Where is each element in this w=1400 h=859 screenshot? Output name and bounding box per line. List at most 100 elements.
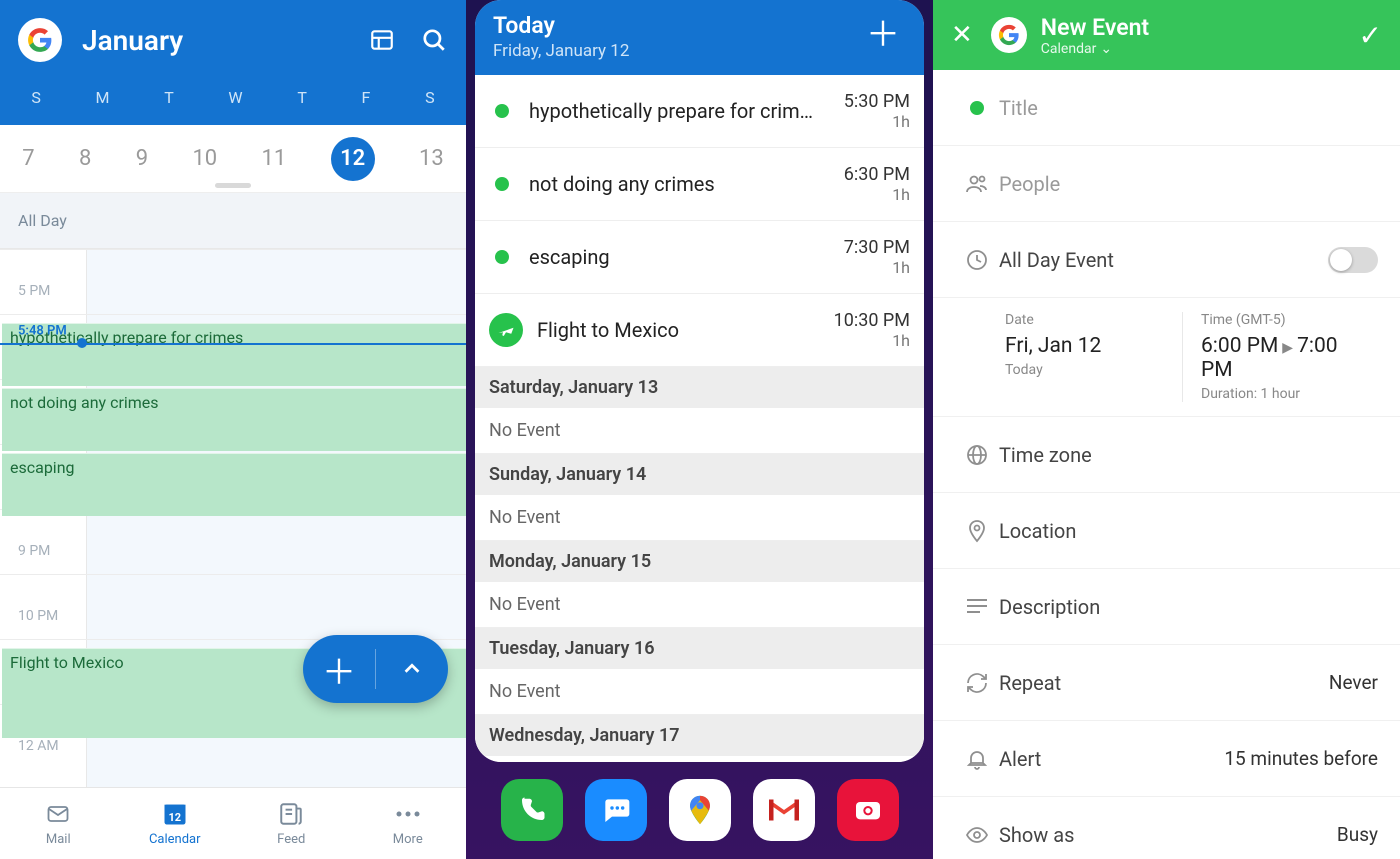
calendar-event[interactable]: hypothetically prepare for crimes — [2, 323, 466, 386]
bell-icon — [955, 747, 999, 771]
account-avatar[interactable] — [991, 17, 1027, 53]
form-title: New Event — [1041, 14, 1359, 41]
new-event-form: ✕ New Event Calendar ⌄ ✓ Title People Al… — [933, 0, 1400, 859]
calendar-header: January S M T W T F S — [0, 0, 466, 125]
no-event-label: No Event — [475, 756, 924, 762]
date-cell[interactable]: 10 — [192, 146, 217, 171]
date-time-row: Date Fri, Jan 12 Today Time (GMT-5) 6:00… — [933, 298, 1400, 417]
location-icon — [955, 519, 999, 543]
flight-icon — [489, 313, 523, 347]
search-icon[interactable] — [420, 26, 448, 54]
agenda-event-row[interactable]: hypothetically prepare for crim… 5:30 PM… — [475, 75, 924, 148]
people-field[interactable]: People — [933, 146, 1400, 222]
repeat-icon — [955, 671, 999, 695]
people-icon — [955, 172, 999, 196]
calendar-selector[interactable]: Calendar ⌄ — [1041, 41, 1359, 57]
now-indicator-dot — [77, 338, 87, 348]
calendar-color-dot — [495, 104, 509, 118]
agenda-event-row[interactable]: escaping 7:30 PM1h — [475, 221, 924, 294]
close-icon[interactable]: ✕ — [951, 20, 973, 50]
tab-feed[interactable]: Feed — [233, 788, 350, 859]
save-button[interactable]: ✓ — [1359, 19, 1382, 52]
title-field[interactable]: Title — [933, 70, 1400, 146]
account-avatar[interactable] — [18, 18, 62, 62]
date-cell[interactable]: 7 — [22, 146, 34, 171]
bottom-tab-bar: Mail 12 Calendar Feed More — [0, 787, 466, 859]
agenda-subtitle: Friday, January 12 — [493, 41, 860, 61]
agenda-event-row[interactable]: Flight to Mexico 10:30 PM1h — [475, 294, 924, 367]
hour-label: 5 PM — [18, 283, 50, 299]
maps-app-icon[interactable] — [669, 779, 731, 841]
all-day-toggle-row[interactable]: All Day Event — [933, 222, 1400, 298]
agenda-day-header: Monday, January 15 — [475, 541, 924, 582]
calendar-day-view: January S M T W T F S 7 8 9 10 11 12 — [0, 0, 466, 859]
all-day-toggle[interactable] — [1328, 247, 1378, 273]
hour-label: 12 AM — [18, 738, 59, 754]
agenda-widget[interactable]: Today Friday, January 12 ＋ hypotheticall… — [475, 0, 924, 762]
phone-app-icon[interactable] — [501, 779, 563, 841]
repeat-field[interactable]: Repeat Never — [933, 645, 1400, 721]
now-indicator — [0, 343, 466, 345]
gmail-app-icon[interactable] — [753, 779, 815, 841]
agenda-day-header: Sunday, January 14 — [475, 454, 924, 495]
hour-label: 10 PM — [18, 608, 58, 624]
no-event-label: No Event — [475, 669, 924, 715]
date-strip[interactable]: 7 8 9 10 11 12 13 — [0, 125, 466, 193]
calendar-color-dot — [495, 250, 509, 264]
date-cell[interactable]: 9 — [136, 146, 148, 171]
timezone-field[interactable]: Time zone — [933, 417, 1400, 493]
globe-icon — [955, 443, 999, 467]
description-icon — [955, 598, 999, 616]
time-picker[interactable]: Time (GMT-5) 6:00 PM▶7:00 PM Duration: 1… — [1182, 312, 1378, 402]
date-picker[interactable]: Date Fri, Jan 12 Today — [999, 312, 1182, 402]
add-event-button[interactable]: ＋ — [860, 12, 906, 58]
agenda-day-header: Wednesday, January 17 — [475, 715, 924, 756]
calendar-icon: 12 — [161, 800, 189, 828]
all-day-row[interactable]: All Day — [0, 193, 466, 249]
messages-app-icon[interactable] — [585, 779, 647, 841]
agenda-day-header: Saturday, January 13 — [475, 367, 924, 408]
agenda-list[interactable]: hypothetically prepare for crim… 5:30 PM… — [475, 75, 924, 762]
fab-container: ＋ — [303, 635, 448, 703]
date-cell[interactable]: 8 — [79, 146, 91, 171]
agenda-title: Today — [493, 12, 860, 39]
more-icon — [395, 800, 421, 828]
calendar-color-dot — [970, 101, 984, 115]
agenda-day-header: Tuesday, January 16 — [475, 628, 924, 669]
recents-card-wrap: Today Friday, January 12 ＋ hypotheticall… — [466, 0, 933, 859]
no-event-label: No Event — [475, 408, 924, 454]
tab-mail[interactable]: Mail — [0, 788, 117, 859]
no-event-label: No Event — [475, 495, 924, 541]
show-as-field[interactable]: Show as Busy — [933, 797, 1400, 859]
agenda-event-row[interactable]: not doing any crimes 6:30 PM1h — [475, 148, 924, 221]
agenda-header: Today Friday, January 12 ＋ — [475, 0, 924, 75]
clock-icon — [955, 248, 999, 272]
expand-fab-button[interactable] — [376, 635, 448, 703]
calendar-event[interactable]: not doing any crimes — [2, 388, 466, 451]
calendar-event[interactable]: escaping — [2, 453, 466, 516]
home-dock — [466, 769, 933, 851]
no-event-label: No Event — [475, 582, 924, 628]
feed-icon — [278, 800, 304, 828]
date-cell-selected[interactable]: 12 — [331, 137, 375, 181]
camera-app-icon[interactable] — [837, 779, 899, 841]
agenda-view-icon[interactable] — [368, 26, 396, 54]
calendar-color-dot — [495, 177, 509, 191]
tab-calendar[interactable]: 12 Calendar — [117, 788, 234, 859]
form-header: ✕ New Event Calendar ⌄ ✓ — [933, 0, 1400, 70]
description-field[interactable]: Description — [933, 569, 1400, 645]
location-field[interactable]: Location — [933, 493, 1400, 569]
tab-more[interactable]: More — [350, 788, 467, 859]
new-event-button[interactable]: ＋ — [303, 635, 375, 703]
day-of-week-row: S M T W T F S — [0, 80, 466, 125]
date-cell[interactable]: 11 — [262, 146, 287, 171]
alert-field[interactable]: Alert 15 minutes before — [933, 721, 1400, 797]
eye-icon — [955, 823, 999, 847]
now-time-label: 5:48 PM — [18, 324, 67, 339]
hour-grid[interactable]: 5 PM 6 PM 7 PM 8 PM 9 PM 10 PM 11 PM 12 … — [0, 249, 466, 787]
date-cell[interactable]: 13 — [419, 146, 444, 171]
mail-icon — [44, 800, 72, 828]
month-title[interactable]: January — [82, 24, 368, 57]
drag-handle[interactable] — [215, 183, 251, 188]
hour-label: 9 PM — [18, 543, 50, 559]
